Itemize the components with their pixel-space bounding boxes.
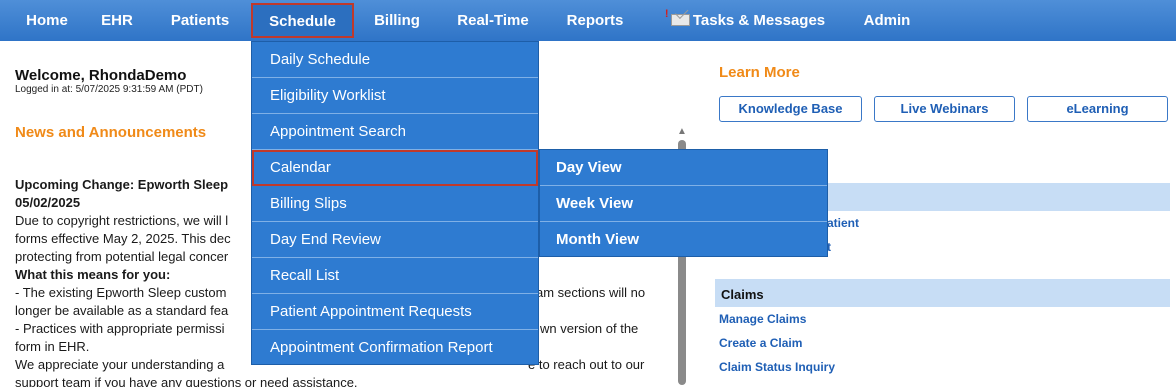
nav-tasks-messages-label: Tasks & Messages xyxy=(692,12,826,29)
menu-item-patient-appointment-requests[interactable]: Patient Appointment Requests xyxy=(252,294,538,330)
learn-more-heading: Learn More xyxy=(719,64,800,81)
submenu-item-day-view[interactable]: Day View xyxy=(540,150,827,186)
announcement-text: support team if you have any questions o… xyxy=(15,375,358,387)
nav-admin[interactable]: Admin xyxy=(858,0,916,41)
knowledge-base-button[interactable]: Knowledge Base xyxy=(719,96,862,122)
announcement-text-left: - Practices with appropriate permissi xyxy=(15,321,225,336)
menu-item-recall-list[interactable]: Recall List xyxy=(252,258,538,294)
menu-item-appointment-confirmation-report[interactable]: Appointment Confirmation Report xyxy=(252,330,538,366)
nav-billing[interactable]: Billing xyxy=(363,0,431,41)
announcement-text-left: We appreciate your understanding a xyxy=(15,357,225,372)
nav-home[interactable]: Home xyxy=(12,0,82,41)
menu-item-eligibility-worklist[interactable]: Eligibility Worklist xyxy=(252,78,538,114)
menu-item-calendar[interactable]: Calendar xyxy=(252,150,538,186)
patient-link[interactable]: atient xyxy=(827,216,859,230)
create-claim-link[interactable]: Create a Claim xyxy=(719,336,802,350)
news-heading: News and Announcements xyxy=(15,124,207,141)
nav-patients[interactable]: Patients xyxy=(160,0,240,41)
live-webinars-button[interactable]: Live Webinars xyxy=(874,96,1015,122)
nav-schedule[interactable]: Schedule xyxy=(251,3,354,38)
claim-status-inquiry-link[interactable]: Claim Status Inquiry xyxy=(719,360,835,374)
menu-item-day-end-review[interactable]: Day End Review xyxy=(252,222,538,258)
announcement-text-left: - The existing Epworth Sleep custom xyxy=(15,285,227,300)
claims-title: Claims xyxy=(721,287,764,302)
menu-item-appointment-search[interactable]: Appointment Search xyxy=(252,114,538,150)
app-window: Home EHR Patients Schedule Billing Real-… xyxy=(0,0,1176,387)
claims-section-bar xyxy=(715,279,1170,307)
nav-tasks-messages[interactable]: ! Tasks & Messages xyxy=(660,0,836,41)
nav-ehr[interactable]: EHR xyxy=(92,0,142,41)
schedule-dropdown-menu: Daily Schedule Eligibility Worklist Appo… xyxy=(251,41,539,365)
elearning-button[interactable]: eLearning xyxy=(1027,96,1168,122)
submenu-item-week-view[interactable]: Week View xyxy=(540,186,827,222)
welcome-title: Welcome, RhondaDemo xyxy=(15,67,187,84)
announcement-text-right: wn version of the xyxy=(540,321,639,336)
scroll-up-arrow-icon[interactable]: ▲ xyxy=(675,126,689,138)
logged-in-time: Logged in at: 5/07/2025 9:31:59 AM (PDT) xyxy=(15,84,203,95)
mail-alert-icon: ! xyxy=(665,9,690,26)
submenu-item-month-view[interactable]: Month View xyxy=(540,222,827,258)
menu-item-daily-schedule[interactable]: Daily Schedule xyxy=(252,42,538,78)
manage-claims-link[interactable]: Manage Claims xyxy=(719,312,806,326)
nav-real-time[interactable]: Real-Time xyxy=(449,0,537,41)
menu-item-billing-slips[interactable]: Billing Slips xyxy=(252,186,538,222)
announcement-text-right: am sections will no xyxy=(536,285,646,300)
calendar-submenu: Day View Week View Month View xyxy=(539,149,828,257)
nav-reports[interactable]: Reports xyxy=(556,0,634,41)
announcement-text-right: e to reach out to our xyxy=(528,357,645,372)
top-nav-bar: Home EHR Patients Schedule Billing Real-… xyxy=(0,0,1176,41)
